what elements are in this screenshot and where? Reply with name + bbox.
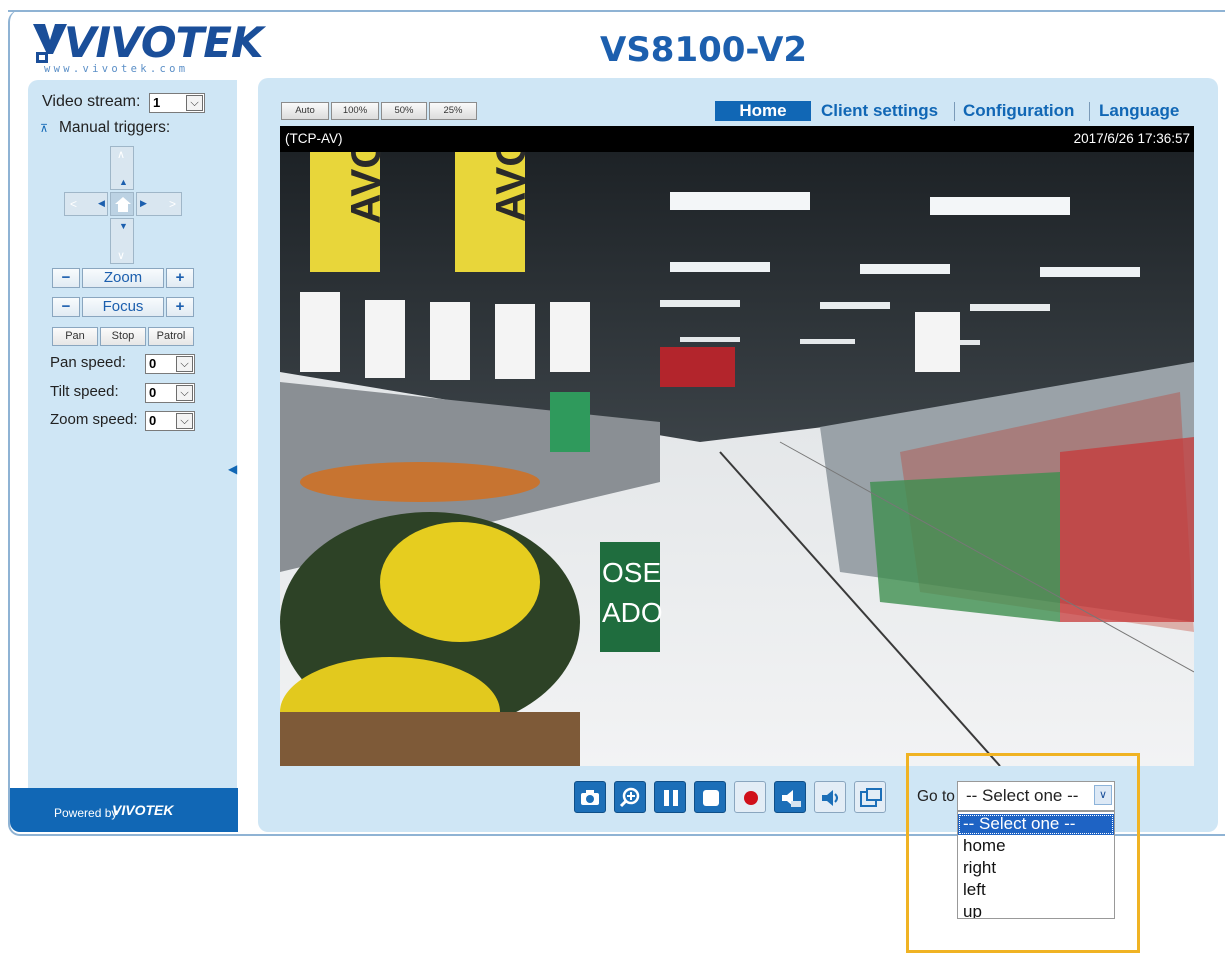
pause-button[interactable] (654, 781, 686, 813)
zoom-in-icon (619, 787, 640, 808)
focus-near-button[interactable]: − (52, 297, 80, 317)
nav-home[interactable]: Home (715, 101, 811, 121)
ptz-pad: ∧ ▲ < ◀ ▶ > ▼ ∨ (64, 146, 182, 264)
chevron-down-icon: ⌵ (186, 95, 203, 111)
nav-separator (954, 102, 955, 121)
collapse-icon[interactable]: ⊼ (40, 122, 48, 135)
svg-text:ADO: ADO (602, 597, 663, 628)
zoom-in-button[interactable]: + (166, 268, 194, 288)
video-stream-value: 1 (153, 95, 161, 110)
home-icon (115, 197, 131, 212)
chevron-down-icon: ⌵ (176, 413, 193, 429)
view-auto-button[interactable]: Auto (281, 102, 329, 120)
svg-text:OSE: OSE (602, 557, 661, 588)
nav-language[interactable]: Language (1099, 101, 1179, 121)
manual-triggers-label: Manual triggers: (59, 119, 171, 136)
logo-text: VIVOTEK (64, 18, 263, 67)
zoom-label: Zoom (82, 268, 164, 288)
page-title: VS8100-V2 (600, 30, 808, 70)
view-100-button[interactable]: 100% (331, 102, 379, 120)
digital-zoom-button[interactable] (614, 781, 646, 813)
pan-speed-value: 0 (149, 356, 157, 371)
view-25-label: 25% (443, 105, 463, 116)
chevron-down-icon: ⌵ (176, 356, 193, 372)
svg-text:AVO: AVO (487, 152, 534, 222)
svg-text:AVO: AVO (342, 152, 389, 224)
arrow-down-icon: ▼ (119, 221, 128, 231)
view-25-button[interactable]: 25% (429, 102, 477, 120)
logo-mark-icon (33, 24, 67, 63)
nav-client-settings[interactable]: Client settings (821, 101, 938, 121)
speaker-icon (822, 790, 838, 806)
focus-far-button[interactable]: + (166, 297, 194, 317)
zoom-speed-select[interactable]: 0 ⌵ (145, 411, 195, 431)
collapse-panel-icon[interactable]: ◀ (228, 462, 237, 476)
chevron-down-icon: ⌵ (176, 385, 193, 401)
tilt-speed-label: Tilt speed: (50, 383, 119, 400)
video-status-bar: (TCP-AV) 2017/6/26 17:36:57 (280, 126, 1194, 152)
pause-icon (664, 790, 678, 806)
pan-left-button[interactable]: < ◀ (64, 192, 108, 216)
video-frame-image: AVO AVO OSE ADO (280, 152, 1194, 766)
chevron-right-icon: > (169, 197, 177, 211)
tilt-down-button[interactable]: ▼ ∨ (110, 218, 134, 264)
patrol-button[interactable]: Patrol (148, 327, 194, 346)
volume-down-icon (782, 790, 801, 807)
nav-configuration[interactable]: Configuration (963, 101, 1074, 121)
arrow-left-icon: ◀ (98, 198, 105, 208)
video-timestamp: 2017/6/26 17:36:57 (1073, 131, 1190, 146)
stop-button[interactable]: Stop (100, 327, 146, 346)
volume-button[interactable] (774, 781, 806, 813)
zoom-out-button[interactable]: − (52, 268, 80, 288)
tilt-speed-select[interactable]: 0 ⌵ (145, 383, 195, 403)
tilt-speed-value: 0 (149, 385, 157, 400)
view-50-label: 50% (394, 105, 414, 116)
camera-icon (581, 790, 599, 805)
video-stream-label: Video stream: (42, 93, 141, 110)
speaker-button[interactable] (814, 781, 846, 813)
record-icon (744, 791, 758, 805)
record-button[interactable] (734, 781, 766, 813)
video-stream-select[interactable]: 1 ⌵ (149, 93, 205, 113)
fullscreen-button[interactable] (854, 781, 886, 813)
pan-button[interactable]: Pan (52, 327, 98, 346)
home-position-button[interactable] (110, 192, 134, 216)
live-video-view[interactable]: AVO AVO OSE ADO (280, 152, 1194, 766)
powered-by-logo: VIVOTEK (112, 802, 174, 818)
focus-label: Focus (82, 297, 164, 317)
zoom-speed-value: 0 (149, 413, 157, 428)
nav-separator (1089, 102, 1090, 121)
stop-icon (703, 790, 719, 806)
tilt-up-button[interactable]: ∧ ▲ (110, 146, 134, 190)
arrow-right-icon: ▶ (140, 198, 147, 208)
view-auto-label: Auto (295, 105, 315, 116)
chevron-down-icon: ∨ (117, 250, 126, 262)
logo-url: www.vivotek.com (44, 63, 189, 75)
view-50-button[interactable]: 50% (381, 102, 427, 120)
powered-by-text: Powered by (54, 806, 118, 820)
arrow-up-icon: ▲ (119, 177, 128, 187)
pan-right-button[interactable]: ▶ > (136, 192, 182, 216)
chevron-left-icon: < (70, 197, 78, 211)
snapshot-button[interactable] (574, 781, 606, 813)
fullscreen-icon (860, 788, 882, 807)
zoom-speed-label: Zoom speed: (50, 411, 138, 428)
stop-video-button[interactable] (694, 781, 726, 813)
chevron-up-icon: ∧ (117, 149, 126, 161)
pan-speed-select[interactable]: 0 ⌵ (145, 354, 195, 374)
highlight-box (906, 753, 1140, 953)
stream-protocol: (TCP-AV) (285, 131, 343, 146)
view-100-label: 100% (342, 105, 368, 116)
frame-top-line (8, 10, 1225, 12)
pan-speed-label: Pan speed: (50, 354, 126, 371)
